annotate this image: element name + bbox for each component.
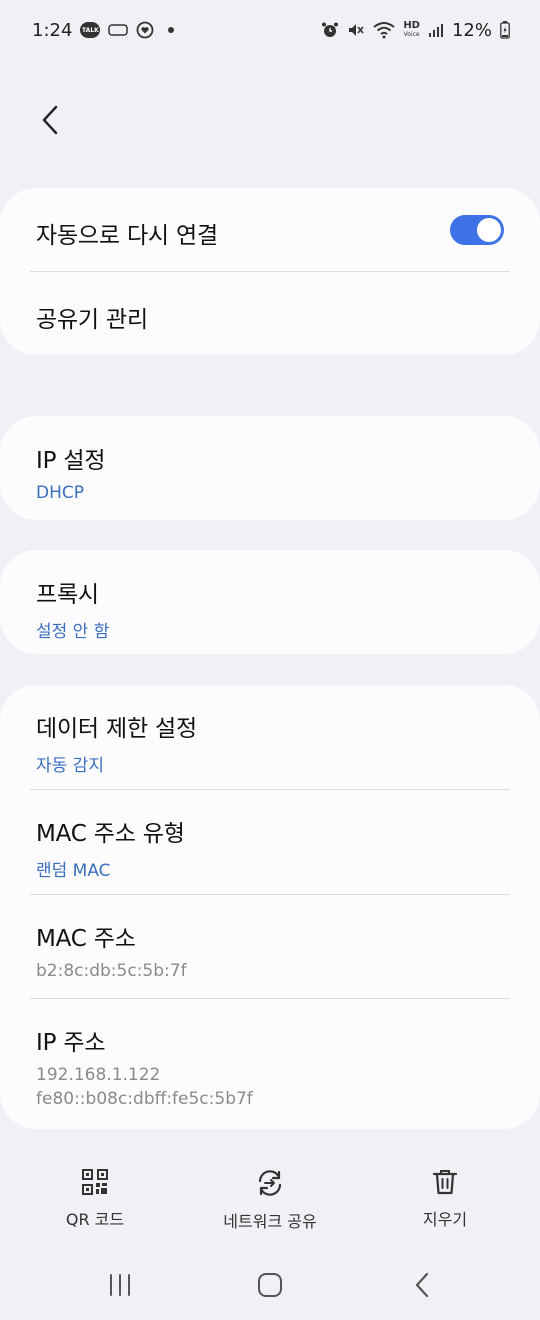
mute-icon	[347, 21, 365, 39]
ipv4-address-value: 192.168.1.122	[36, 1065, 161, 1085]
trash-icon	[432, 1170, 458, 1195]
forget-network-button[interactable]: 지우기	[410, 1168, 480, 1230]
ip-address-row: IP 주소 192.168.1.122 fe80::b08c:dbff:fe5c…	[36, 1023, 510, 1109]
qr-code-label: QR 코드	[65, 1210, 125, 1229]
status-bar-left: 1:24 TALK	[32, 19, 175, 41]
back-button[interactable]	[30, 98, 70, 142]
ip-address-title: IP 주소	[36, 1030, 106, 1056]
auto-reconnect-row[interactable]: 자동으로 다시 연결	[36, 216, 510, 250]
mac-type-title: MAC 주소 유형	[36, 821, 185, 847]
ipv6-address-value: fe80::b08c:dbff:fe5c:5b7f	[36, 1089, 253, 1109]
mac-address-value: b2:8c:db:5c:5b:7f	[36, 961, 187, 981]
wifi-icon	[373, 21, 395, 39]
signal-icon	[428, 22, 444, 38]
kakaotalk-icon: TALK	[80, 22, 101, 38]
status-bar: 1:24 TALK HD Voice 12%	[0, 0, 540, 60]
mac-type-row[interactable]: MAC 주소 유형 랜덤 MAC	[36, 814, 510, 881]
notification-app-icon	[108, 22, 129, 38]
proxy-row[interactable]: 프록시 설정 안 함	[36, 575, 510, 642]
ip-settings-value: DHCP	[36, 483, 84, 503]
recent-apps-button[interactable]	[100, 1268, 140, 1302]
proxy-value: 설정 안 함	[36, 622, 110, 642]
alarm-icon	[321, 21, 339, 39]
hd-label: HD	[403, 20, 420, 31]
connection-card: 자동으로 다시 연결 공유기 관리	[0, 188, 540, 355]
metered-title: 데이터 제한 설정	[36, 716, 197, 742]
mac-type-value: 랜덤 MAC	[36, 861, 111, 881]
qr-code-button[interactable]: QR 코드	[58, 1168, 132, 1230]
bottom-action-bar: QR 코드 네트워크 공유 지우기	[0, 1168, 540, 1238]
router-manage-row[interactable]: 공유기 관리	[36, 300, 510, 334]
nav-back-button[interactable]	[402, 1268, 442, 1302]
status-time: 1:24	[32, 19, 73, 41]
recent-apps-icon	[110, 1274, 130, 1296]
home-button[interactable]	[250, 1268, 290, 1302]
forget-network-label: 지우기	[422, 1210, 468, 1229]
details-card: 데이터 제한 설정 자동 감지 MAC 주소 유형 랜덤 MAC MAC 주소 …	[0, 685, 540, 1129]
toggle-knob	[477, 218, 501, 242]
auto-reconnect-toggle[interactable]	[450, 215, 504, 245]
heart-app-icon	[136, 21, 154, 39]
divider	[30, 998, 510, 999]
share-network-label: 네트워크 공유	[223, 1212, 317, 1231]
ip-settings-card[interactable]: IP 설정 DHCP	[0, 416, 540, 520]
divider	[30, 894, 510, 895]
metered-row[interactable]: 데이터 제한 설정 자동 감지	[36, 709, 510, 776]
home-icon	[258, 1273, 282, 1297]
system-navigation-bar	[0, 1250, 540, 1320]
chevron-left-icon	[42, 105, 58, 135]
ip-settings-title: IP 설정	[36, 448, 106, 474]
status-bar-right: HD Voice 12%	[321, 20, 510, 41]
mac-address-row: MAC 주소 b2:8c:db:5c:5b:7f	[36, 919, 510, 981]
talk-badge-text: TALK	[82, 26, 99, 34]
qr-code-icon	[82, 1169, 108, 1195]
hd-voice-icon: HD Voice	[403, 20, 420, 39]
metered-value: 자동 감지	[36, 756, 104, 776]
battery-charging-icon	[500, 21, 510, 39]
auto-reconnect-title: 자동으로 다시 연결	[36, 223, 218, 249]
proxy-title: 프록시	[36, 582, 99, 608]
proxy-card[interactable]: 프록시 설정 안 함	[0, 550, 540, 654]
divider	[30, 789, 510, 790]
mac-address-title: MAC 주소	[36, 926, 136, 952]
divider	[30, 271, 510, 272]
share-network-icon	[258, 1170, 282, 1196]
router-manage-title: 공유기 관리	[36, 307, 148, 333]
nav-back-icon	[415, 1272, 429, 1298]
share-network-button[interactable]: 네트워크 공유	[210, 1168, 330, 1232]
ip-settings-row[interactable]: IP 설정 DHCP	[36, 441, 510, 503]
more-notifications-dot-icon	[168, 27, 175, 33]
battery-percent: 12%	[451, 19, 492, 41]
